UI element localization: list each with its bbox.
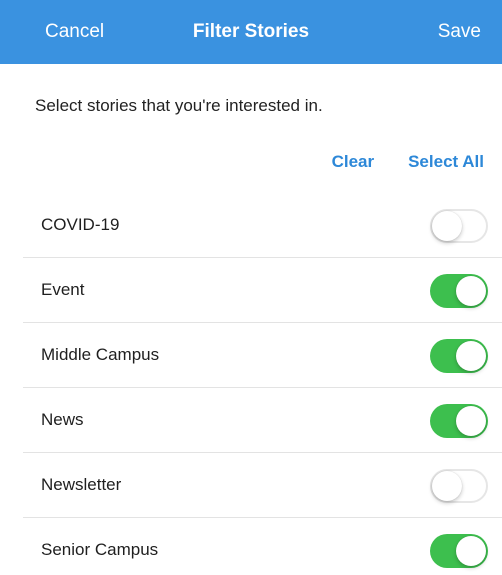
list-item: Middle Campus bbox=[23, 323, 502, 388]
story-toggle[interactable] bbox=[430, 209, 488, 243]
story-label: COVID-19 bbox=[41, 215, 120, 234]
story-label: Middle Campus bbox=[41, 345, 160, 364]
toggle-knob bbox=[432, 211, 462, 241]
toggle-knob bbox=[456, 341, 486, 371]
instructions-text: Select stories that you're interested in… bbox=[35, 96, 323, 115]
story-toggle[interactable] bbox=[430, 274, 488, 308]
story-label: Event bbox=[41, 280, 85, 299]
bulk-actions: Clear Select All bbox=[332, 151, 484, 173]
story-label: Newsletter bbox=[41, 475, 122, 494]
list-item: COVID-19 bbox=[23, 193, 502, 258]
story-toggle[interactable] bbox=[430, 534, 488, 568]
select-all-button[interactable]: Select All bbox=[408, 151, 484, 173]
list-item: Event bbox=[23, 258, 502, 323]
save-button[interactable]: Save bbox=[438, 20, 481, 44]
list-item: News bbox=[23, 388, 502, 453]
navigation-bar: Cancel Filter Stories Save bbox=[0, 0, 502, 64]
story-label: News bbox=[41, 410, 84, 429]
filter-stories-screen: Cancel Filter Stories Save Select storie… bbox=[0, 0, 502, 575]
story-filter-list: COVID-19 Event Middle Campus News Newsle… bbox=[0, 193, 502, 575]
story-toggle[interactable] bbox=[430, 404, 488, 438]
clear-button[interactable]: Clear bbox=[332, 151, 375, 173]
story-toggle[interactable] bbox=[430, 469, 488, 503]
toggle-knob bbox=[432, 471, 462, 501]
toggle-knob bbox=[456, 276, 486, 306]
list-item: Senior Campus bbox=[23, 518, 502, 575]
toggle-knob bbox=[456, 406, 486, 436]
list-item: Newsletter bbox=[23, 453, 502, 518]
toggle-knob bbox=[456, 536, 486, 566]
story-label: Senior Campus bbox=[41, 540, 159, 559]
story-toggle[interactable] bbox=[430, 339, 488, 373]
page-title: Filter Stories bbox=[192, 21, 310, 42]
